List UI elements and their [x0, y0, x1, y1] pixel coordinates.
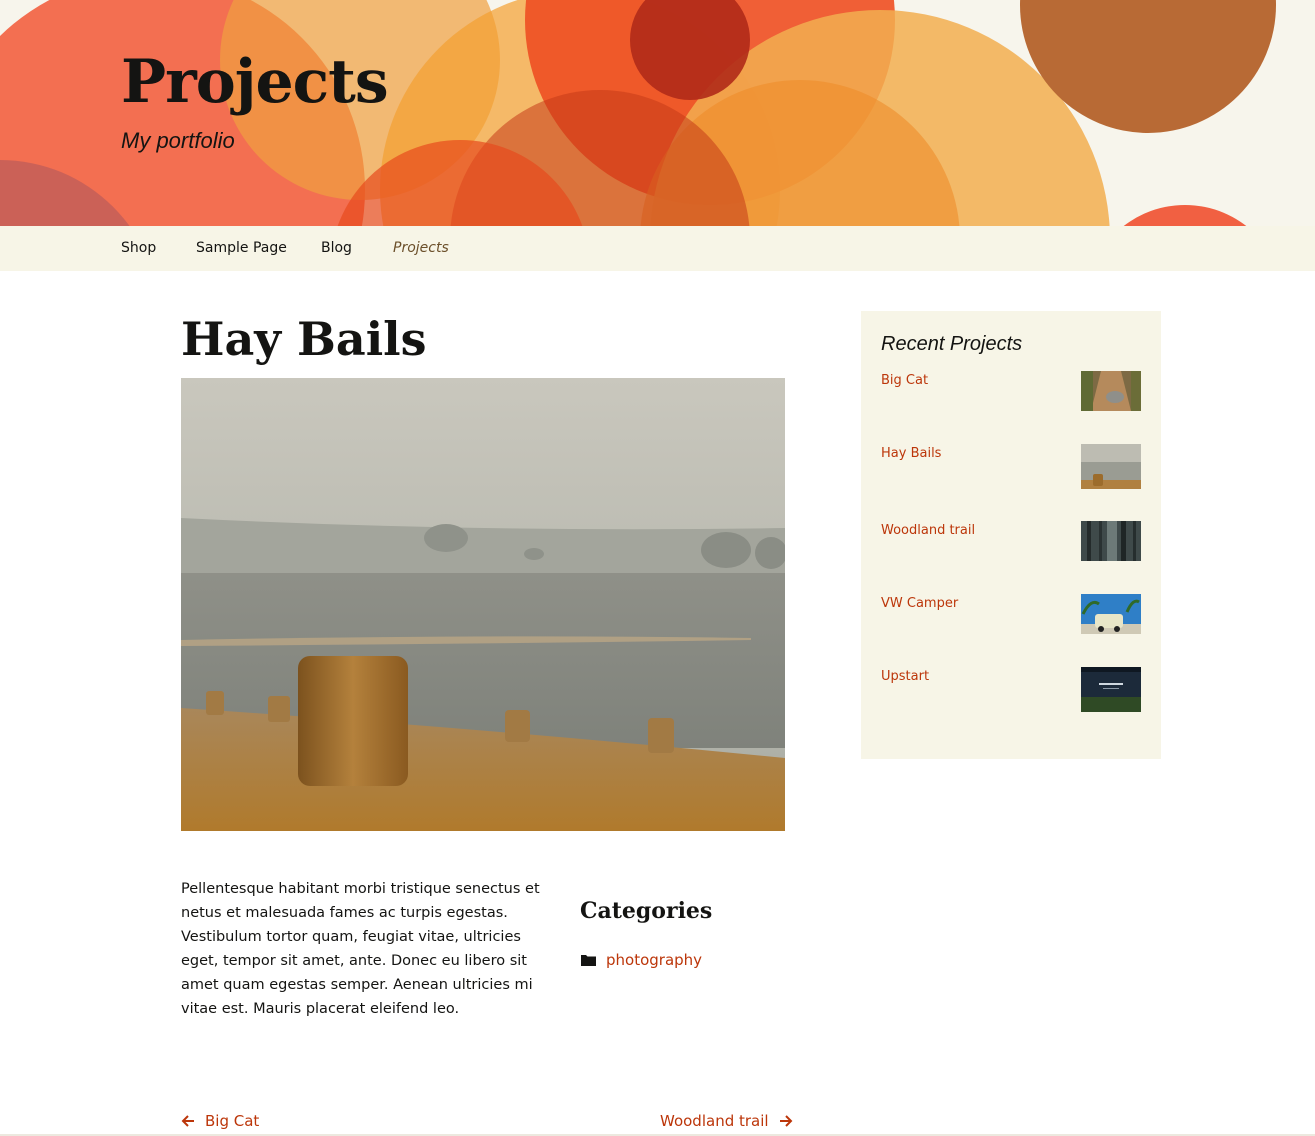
main-navigation: Shop Sample Page Blog Projects [0, 226, 1315, 271]
nav-item-projects[interactable]: Projects [393, 240, 449, 256]
categories-heading: Categories [580, 898, 713, 924]
recent-project-link-woodland-trail[interactable]: Woodland trail [881, 523, 975, 538]
entry-content: Pellentesque habitant morbi tristique se… [181, 881, 540, 1017]
arrow-left-icon [181, 1115, 194, 1127]
site-title[interactable]: Projects [121, 52, 389, 112]
recent-project-link-upstart[interactable]: Upstart [881, 669, 929, 684]
next-post-label: Woodland trail [660, 1112, 769, 1130]
recent-project-thumb-vw-camper[interactable] [1081, 594, 1141, 634]
nav-item-blog[interactable]: Blog [321, 240, 352, 256]
widget-title: Recent Projects [881, 333, 1023, 355]
category-link-photography[interactable]: photography [606, 951, 702, 969]
recent-project-thumb-woodland-trail[interactable] [1081, 521, 1141, 561]
recent-project-thumb-big-cat[interactable] [1081, 371, 1141, 411]
next-post-link[interactable]: Woodland trail [660, 1112, 793, 1130]
arrow-right-icon [779, 1115, 792, 1127]
recent-project-link-vw-camper[interactable]: VW Camper [881, 596, 958, 611]
previous-post-link[interactable]: Big Cat [181, 1112, 259, 1130]
site-description: My portfolio [121, 128, 235, 153]
nav-item-shop[interactable]: Shop [121, 240, 156, 256]
nav-item-sample-page[interactable]: Sample Page [196, 240, 287, 256]
recent-project-thumb-upstart[interactable] [1081, 667, 1141, 712]
featured-image-hay-bales [181, 378, 785, 831]
recent-project-link-hay-bails[interactable]: Hay Bails [881, 446, 941, 461]
category-item: photography [581, 951, 702, 969]
entry-title: Hay Bails [181, 312, 427, 366]
previous-post-label: Big Cat [205, 1112, 260, 1130]
site-header: Projects My portfolio [0, 0, 1315, 226]
recent-project-link-big-cat[interactable]: Big Cat [881, 373, 928, 388]
folder-icon [581, 955, 596, 966]
recent-project-thumb-hay-bails[interactable] [1081, 444, 1141, 489]
recent-projects-widget: Recent Projects Big Cat Hay Bails Woodla… [861, 311, 1161, 759]
